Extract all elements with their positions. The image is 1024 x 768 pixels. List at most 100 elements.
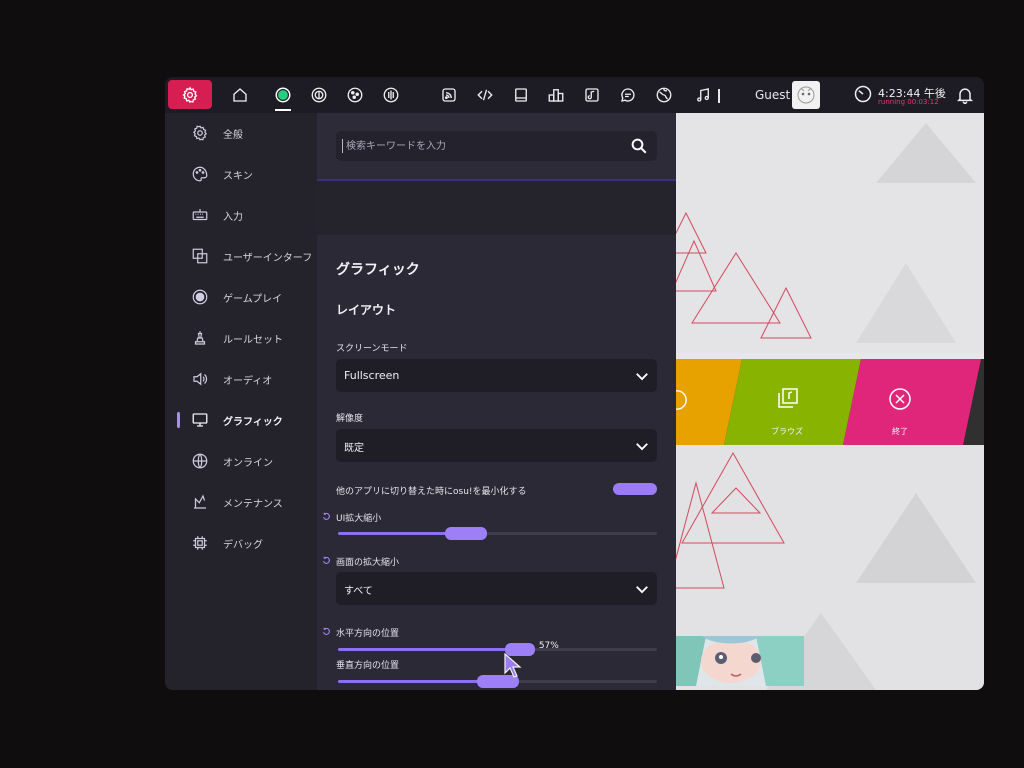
screen-mode-dropdown[interactable]: Fullscreen xyxy=(336,359,657,392)
search-area xyxy=(317,113,676,181)
mouse-cursor-icon xyxy=(504,653,522,678)
subsection-title: レイアウト xyxy=(336,303,397,317)
clock-running: running 00:03:12 xyxy=(878,98,939,106)
now-playing-button[interactable] xyxy=(689,81,717,109)
sidebar-item-label: 入力 xyxy=(223,211,243,223)
music-icon xyxy=(697,88,709,102)
sidebar-item-label: メンテナンス xyxy=(223,498,283,510)
tile-play[interactable] xyxy=(676,359,736,445)
globe-icon xyxy=(192,453,208,469)
minimize-label: 他のアプリに切り替えた時にosu!を最小化する xyxy=(336,487,527,497)
sidebar-item-debug[interactable]: デバッグ xyxy=(165,528,317,558)
section-title: グラフィック xyxy=(336,262,420,278)
panel-spacer xyxy=(317,181,676,235)
horizontal-position-label: 水平方向の位置 xyxy=(336,629,400,639)
home-button[interactable] xyxy=(226,81,254,109)
vertical-position-slider[interactable] xyxy=(338,675,657,688)
ruleset-catch-button[interactable] xyxy=(341,81,369,109)
horizontal-position-slider[interactable]: 57% xyxy=(338,641,657,656)
tile-browse[interactable]: ブラウズ xyxy=(744,359,844,445)
bell-icon[interactable] xyxy=(955,85,975,105)
clock-icon[interactable] xyxy=(853,84,873,104)
sidebar-item-label: スキン xyxy=(223,170,253,182)
resolution-dropdown[interactable]: 既定 xyxy=(336,429,657,462)
slider-knob[interactable] xyxy=(444,527,487,540)
search-icon[interactable] xyxy=(630,137,648,155)
sidebar-item-label: オーディオ xyxy=(223,375,273,387)
reset-icon[interactable] xyxy=(322,556,331,565)
sidebar-item-audio[interactable]: オーディオ xyxy=(165,364,317,394)
gear-icon xyxy=(182,86,198,103)
screen-scaling-dropdown[interactable]: すべて xyxy=(336,572,657,605)
slider-value-tooltip: 57% xyxy=(538,641,559,651)
keyboard-icon xyxy=(192,209,208,221)
sidebar-item-maintenance[interactable]: メンテナンス xyxy=(165,487,317,517)
user-name[interactable]: Guest xyxy=(755,88,790,102)
ruleset-mania-button[interactable] xyxy=(377,81,405,109)
search-input[interactable] xyxy=(342,139,622,153)
settings-button[interactable] xyxy=(168,80,212,109)
rankings-button[interactable] xyxy=(542,81,570,109)
changelog-button[interactable] xyxy=(471,81,499,109)
chevron-down-icon xyxy=(636,586,648,594)
ui-scale-label: UI拡大縮小 xyxy=(336,514,382,524)
resolution-value: 既定 xyxy=(344,443,364,454)
sidebar-item-gameplay[interactable]: ゲームプレイ xyxy=(165,282,317,312)
avatar[interactable] xyxy=(792,81,820,109)
ruleset-osu-icon xyxy=(275,87,291,103)
news-button[interactable] xyxy=(435,81,463,109)
sidebar-item-graphics[interactable]: グラフィック xyxy=(165,405,317,435)
ruleset-osu-button[interactable] xyxy=(269,81,297,109)
background-thumbnail xyxy=(676,636,804,686)
screen-scaling-label: 画面の拡大縮小 xyxy=(336,558,400,568)
search-box[interactable] xyxy=(336,131,657,161)
sidebar-item-label: ルールセット xyxy=(223,334,283,346)
sidebar-item-user-interface[interactable]: ユーザーインターフ xyxy=(165,241,317,271)
sidebar-item-label: ゲームプレイ xyxy=(223,293,283,305)
ruleset-taiko-icon xyxy=(311,87,327,103)
active-indicator xyxy=(177,412,180,428)
ranking-icon xyxy=(548,89,564,102)
resolution-label: 解像度 xyxy=(336,414,364,424)
sidebar-item-rulesets[interactable]: ルールセット xyxy=(165,323,317,353)
layout-icon xyxy=(192,248,208,264)
sidebar-item-label: デバッグ xyxy=(223,539,263,551)
sidebar-item-input[interactable]: 入力 xyxy=(165,200,317,230)
beatmap-listing-button[interactable] xyxy=(578,81,606,109)
wrench-icon xyxy=(194,494,206,509)
active-ruleset-indicator xyxy=(275,109,291,111)
browse-icon xyxy=(778,388,798,408)
ui-scale-slider[interactable] xyxy=(338,527,657,540)
wiki-icon xyxy=(515,88,527,102)
sidebar-item-online[interactable]: オンライン xyxy=(165,446,317,476)
chevron-down-icon xyxy=(636,443,648,451)
chat-button[interactable] xyxy=(614,81,642,109)
tile-browse-label: ブラウズ xyxy=(771,427,803,436)
reset-icon[interactable] xyxy=(322,627,331,636)
reset-icon[interactable] xyxy=(322,512,331,521)
sidebar-item-general[interactable]: 全般 xyxy=(165,118,317,148)
sidebar-item-label: ユーザーインターフ xyxy=(223,252,313,264)
vertical-position-label: 垂直方向の位置 xyxy=(336,661,400,671)
sidebar-item-skin[interactable]: スキン xyxy=(165,159,317,189)
monitor-icon xyxy=(192,413,208,427)
close-circle-icon xyxy=(889,388,911,410)
wiki-button[interactable] xyxy=(507,81,535,109)
screen-mode-label: スクリーンモード xyxy=(336,344,408,354)
main-menu-background: ブラウズ 終了 xyxy=(676,113,984,690)
slider-fill xyxy=(338,648,520,651)
beatmap-listing-icon xyxy=(585,88,599,102)
settings-panel: グラフィック レイアウト スクリーンモード Fullscreen 解像度 既定 … xyxy=(317,113,676,690)
chat-icon xyxy=(621,88,635,102)
screen-scaling-value: すべて xyxy=(344,586,373,597)
rss-icon xyxy=(442,88,456,102)
graphics-section: グラフィック レイアウト スクリーンモード Fullscreen 解像度 既定 … xyxy=(317,235,676,690)
minimize-toggle[interactable] xyxy=(613,483,657,495)
speaker-icon xyxy=(193,372,208,386)
home-icon xyxy=(233,88,247,102)
online-users-button[interactable] xyxy=(650,81,678,109)
tile-exit-label: 終了 xyxy=(892,427,908,436)
gear-icon xyxy=(193,125,207,141)
ruleset-taiko-button[interactable] xyxy=(305,81,333,109)
tile-exit[interactable]: 終了 xyxy=(864,359,964,445)
